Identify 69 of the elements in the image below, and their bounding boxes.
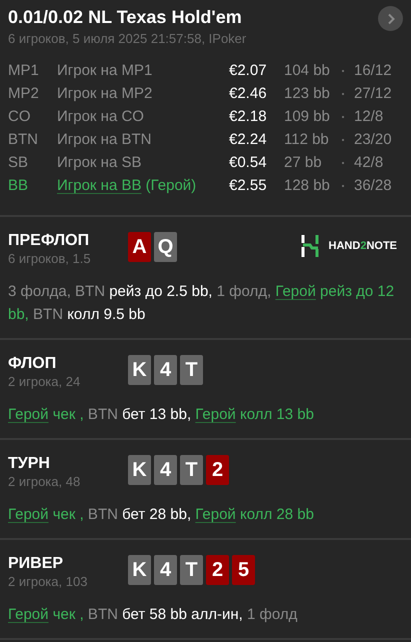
card: K bbox=[128, 355, 151, 385]
bb-cell: 112 bb bbox=[284, 128, 342, 151]
card: 2 bbox=[206, 555, 229, 585]
action-text: Герой чек , BTN бет 28 bb, Герой колл 28 bb bbox=[8, 505, 315, 525]
street-info: 2 игрока, 24 bbox=[8, 374, 82, 389]
stack-cell-text: €0.54 bbox=[229, 153, 268, 173]
player-name: Игрок на CO bbox=[57, 108, 144, 125]
position-cell-text: MP2 bbox=[8, 84, 40, 104]
bb-cell: 128 bb bbox=[284, 174, 342, 197]
card: 2 bbox=[206, 455, 229, 485]
stack-cell-text: €2.24 bbox=[229, 130, 268, 150]
card: 5 bbox=[232, 555, 255, 585]
stats-cell-text: 42/8 bbox=[354, 153, 384, 173]
card: K bbox=[128, 455, 151, 485]
position-cell-text: BTN bbox=[8, 130, 39, 150]
street-info: 2 игрока, 103 bbox=[8, 574, 88, 589]
street-title: ПРЕФЛОП bbox=[8, 232, 90, 250]
card: K bbox=[128, 555, 151, 585]
stack-cell-text: €2.18 bbox=[229, 107, 268, 127]
stats-cell-text: 16/12 bbox=[354, 61, 392, 81]
hero-link[interactable]: Герой bbox=[8, 606, 49, 623]
position-cell-text: CO bbox=[8, 107, 32, 127]
position-cell-text: SB bbox=[8, 153, 30, 173]
card: T bbox=[180, 455, 203, 485]
bb-cell: 104 bb bbox=[284, 59, 342, 82]
bb-cell: 109 bb bbox=[284, 105, 342, 128]
card: T bbox=[180, 555, 203, 585]
card: 4 bbox=[154, 555, 177, 585]
card: A bbox=[128, 232, 151, 262]
street-title: ТУРН bbox=[8, 455, 51, 473]
hand-title: 0.01/0.02 NL Texas Hold'em bbox=[8, 7, 243, 28]
logo-icon bbox=[300, 235, 319, 257]
hero-link[interactable]: Герой bbox=[8, 506, 49, 523]
player-link[interactable]: Игрок на BB bbox=[57, 177, 142, 194]
action-text: Герой чек , BTN бет 58 bb алл-ин, 1 фолд bbox=[8, 605, 298, 625]
stats-cell-text: 12/8 bbox=[354, 107, 384, 127]
card: T bbox=[180, 355, 203, 385]
hero-link[interactable]: Герой bbox=[195, 506, 236, 523]
next-button[interactable] bbox=[378, 6, 403, 31]
bb-cell: 123 bb bbox=[284, 82, 342, 105]
stack-cell-text: €2.46 bbox=[229, 84, 268, 104]
street-info: 6 игроков, 1.5 bbox=[8, 251, 92, 266]
hero-link[interactable]: Герой bbox=[195, 406, 236, 423]
player-name: Игрок на BTN bbox=[57, 131, 152, 148]
street-title: ФЛОП bbox=[8, 355, 58, 373]
action-text: Герой чек , BTN бет 13 bb, Герой колл 13 bb bbox=[8, 405, 315, 425]
hand-subtitle: 6 игроков, 5 июля 2025 21:57:58, IPoker bbox=[8, 31, 246, 46]
position-cell: BB bbox=[8, 174, 57, 197]
player-name: Игрок на MP1 bbox=[57, 62, 152, 79]
position-cell-text: MP1 bbox=[8, 61, 40, 81]
stack-cell-text: €2.07 bbox=[229, 61, 268, 81]
hero-note: (Герой) bbox=[146, 177, 196, 194]
street-info: 2 игрока, 48 bbox=[8, 474, 82, 489]
player-name: Игрок на SB bbox=[57, 154, 142, 171]
street-title: РИВЕР bbox=[8, 555, 64, 573]
bb-cell: 27 bb bbox=[284, 151, 342, 174]
card: Q bbox=[154, 232, 177, 262]
card: 4 bbox=[154, 455, 177, 485]
stack-cell-text: €2.55 bbox=[229, 176, 268, 196]
player-name: Игрок на MP2 bbox=[57, 85, 152, 102]
hero-link[interactable]: Герой bbox=[275, 283, 316, 300]
action-text: 3 фолда, BTN рейз до 2.5 bb, 1 фолд, Герой рейз до 12 bb, BTN колл 9.5 bb bbox=[8, 282, 396, 325]
logo-text: HAND2NOTE bbox=[328, 240, 397, 252]
stats-cell-text: 27/12 bbox=[354, 84, 392, 104]
card: 4 bbox=[154, 355, 177, 385]
stats-cell-text: 23/20 bbox=[354, 130, 392, 150]
stats-cell-text: 36/28 bbox=[354, 176, 392, 196]
hero-link[interactable]: Герой bbox=[8, 406, 49, 423]
chevron-right-icon bbox=[386, 12, 396, 24]
